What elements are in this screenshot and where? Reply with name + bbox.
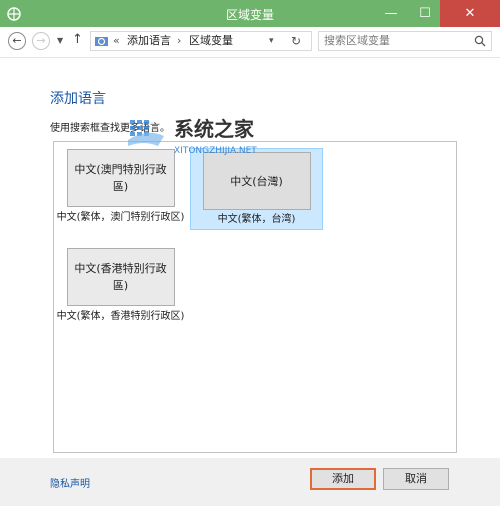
chevron-right-icon[interactable]: › (177, 32, 181, 50)
language-caption: 中文(繁体，台湾) (217, 214, 296, 225)
watermark-url: XITONGZHIJIA.NET (174, 146, 257, 156)
recent-locations-icon[interactable]: ▼ (57, 36, 63, 45)
back-button[interactable]: ← (8, 32, 26, 50)
watermark-logo: 系统之家 XITONGZHIJIA.NET (128, 117, 257, 156)
forward-button[interactable]: → (32, 32, 50, 50)
up-button[interactable]: ↑ (72, 32, 83, 47)
language-caption: 中文(繁体，香港特别行政区) (56, 311, 185, 322)
breadcrumb[interactable]: « 添加语言 › 区域变量 ▾ ↻ (90, 31, 312, 51)
page-title: 添加语言 (50, 91, 106, 107)
maximize-button[interactable]: ☐ (408, 0, 442, 27)
refresh-icon[interactable]: ↻ (291, 32, 301, 50)
language-item-hongkong[interactable]: 中文(香港特別行政區) 中文(繁体，香港特别行政区) (54, 241, 187, 324)
address-bar: ← → ▼ ↑ « 添加语言 › 区域变量 ▾ ↻ 搜索区域变量 (0, 27, 500, 58)
search-placeholder: 搜索区域变量 (324, 34, 390, 47)
breadcrumb-overflow-icon[interactable]: « (113, 32, 120, 50)
language-tile[interactable]: 中文(台灣) (202, 152, 311, 210)
breadcrumb-item-add-language[interactable]: 添加语言 (127, 32, 171, 50)
search-input[interactable]: 搜索区域变量 (318, 31, 492, 51)
chevron-down-icon[interactable]: ▾ (269, 32, 274, 50)
minimize-button[interactable]: — (374, 0, 408, 27)
language-item-taiwan[interactable]: 中文(台灣) 中文(繁体，台湾) (190, 148, 323, 230)
add-button[interactable]: 添加 (310, 468, 376, 490)
breadcrumb-item-region-variant[interactable]: 区域变量 (189, 32, 233, 50)
language-tile[interactable]: 中文(香港特別行政區) (66, 248, 175, 306)
privacy-link[interactable]: 隐私声明 (50, 475, 90, 490)
close-button[interactable]: ✕ (440, 0, 500, 27)
watermark-logo-text: 系统之家 (174, 117, 255, 141)
language-caption: 中文(繁体，澳门特别行政区) (56, 212, 185, 223)
dialog-footer: 隐私声明 添加 取消 (0, 458, 500, 506)
title-bar: 区域变量 — ☐ ✕ (0, 0, 500, 27)
cancel-button[interactable]: 取消 (383, 468, 449, 490)
region-folder-icon (95, 37, 108, 46)
search-icon[interactable] (474, 35, 486, 47)
language-list: 中文(澳門特別行政區) 中文(繁体，澳门特别行政区) 中文(台灣) 中文(繁体，… (53, 141, 457, 453)
